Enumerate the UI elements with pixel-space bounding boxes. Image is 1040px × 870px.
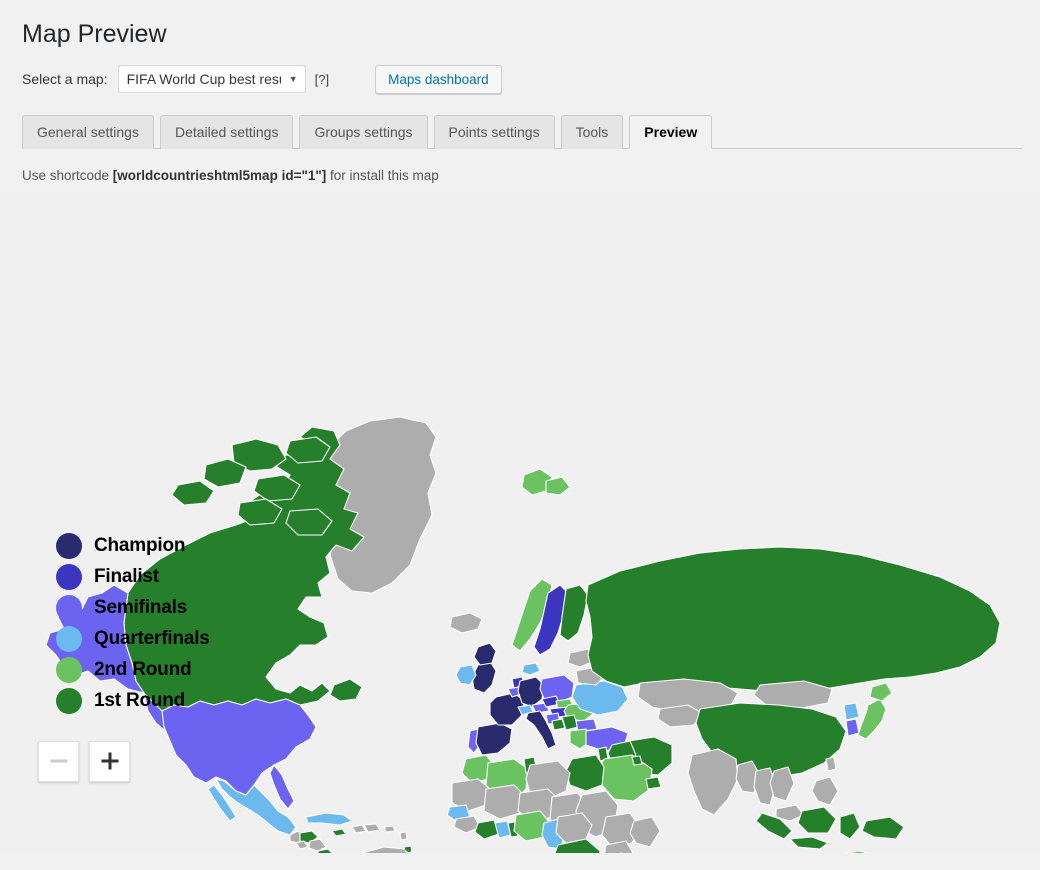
tab-tools[interactable]: Tools <box>560 114 624 149</box>
country-south-korea <box>845 717 860 737</box>
tab-points-settings[interactable]: Points settings <box>433 114 555 149</box>
world-map-svg[interactable] <box>0 192 1040 853</box>
plus-icon-vertical <box>108 752 111 770</box>
legend-item: Semifinals <box>56 593 210 624</box>
country-egypt <box>565 753 605 792</box>
map-legend: Champion Finalist Semifinals Quarterfinals 2… <box>56 531 210 717</box>
legend-color-swatch <box>56 657 82 683</box>
maps-dashboard-button[interactable]: Maps dashboard <box>375 64 502 94</box>
tab-groups-settings[interactable]: Groups settings <box>299 114 428 149</box>
minus-icon <box>50 759 67 763</box>
map-toolbar: Select a map: FIFA World Cup best resu ▼… <box>0 51 1040 94</box>
shortcode-code: [worldcountrieshtml5map id="1"] <box>112 167 327 183</box>
map-select[interactable]: FIFA World Cup best resu <box>117 65 306 93</box>
zoom-out-button[interactable] <box>38 740 79 782</box>
map-zoom-controls <box>38 740 130 782</box>
legend-color-swatch <box>56 564 82 590</box>
map-preview-canvas[interactable]: Champion Finalist Semifinals Quarterfinals 2… <box>0 192 1040 853</box>
shortcode-suffix: for install this map <box>326 167 439 183</box>
country-lesser-antilles <box>399 830 408 841</box>
settings-tabs: General settings Detailed settings Groups … <box>22 112 1022 149</box>
legend-item: Finalist <box>56 562 210 593</box>
country-puerto-rico <box>383 824 396 833</box>
legend-item-label: Semifinals <box>94 597 188 618</box>
page-title: Map Preview <box>22 20 167 48</box>
legend-item: Champion <box>56 531 210 562</box>
country-north-korea <box>843 701 860 721</box>
tab-detailed-settings[interactable]: Detailed settings <box>159 114 294 149</box>
shortcode-prefix: Use shortcode <box>22 167 113 183</box>
shortcode-hint: Use shortcode [worldcountrieshtml5map id… <box>22 168 1040 183</box>
tab-general-settings[interactable]: General settings <box>22 114 154 149</box>
legend-color-swatch <box>56 688 82 714</box>
map-background <box>0 192 1040 853</box>
map-preview-page: Map Preview Select a map: FIFA World Cup… <box>0 0 1040 870</box>
map-select-wrapper: FIFA World Cup best resu ▼ <box>117 65 306 93</box>
select-map-label: Select a map: <box>22 71 108 87</box>
tab-preview[interactable]: Preview <box>629 114 713 149</box>
country-kuwait <box>631 754 643 766</box>
help-link[interactable]: [?] <box>315 72 329 87</box>
legend-item-label: 2nd Round <box>94 659 192 680</box>
legend-item-label: Finalist <box>94 566 159 587</box>
legend-item: 2nd Round <box>56 655 210 686</box>
legend-color-swatch <box>56 626 82 652</box>
legend-color-swatch <box>56 533 82 559</box>
legend-item-label: 1st Round <box>94 690 186 711</box>
legend-item: 1st Round <box>56 686 210 717</box>
legend-item: Quarterfinals <box>56 624 210 655</box>
legend-color-swatch <box>56 595 82 621</box>
country-taiwan <box>825 755 837 772</box>
country-uae <box>645 775 662 790</box>
legend-item-label: Quarterfinals <box>94 628 210 649</box>
zoom-in-button[interactable] <box>89 740 130 782</box>
legend-item-label: Champion <box>94 535 186 556</box>
